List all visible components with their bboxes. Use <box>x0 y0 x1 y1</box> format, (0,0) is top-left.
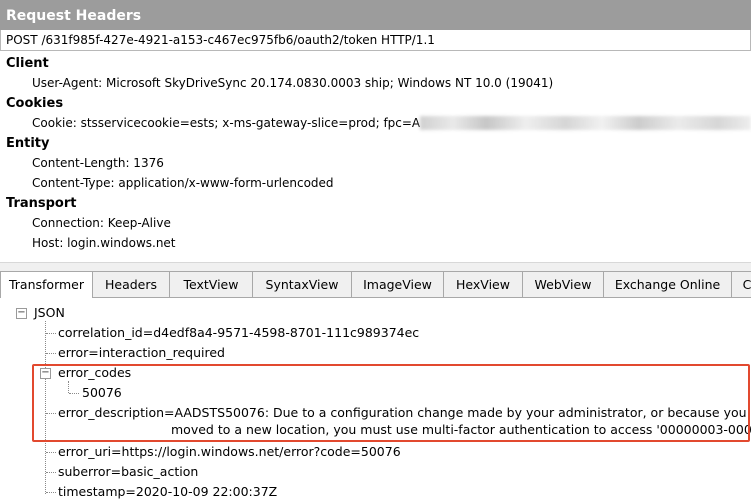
tree-node-correlation-id[interactable]: correlation_id=d4edf8a4-9571-4598-8701-1… <box>58 325 419 340</box>
tree-connector <box>46 452 56 453</box>
tab-syntaxview[interactable]: SyntaxView <box>252 271 352 297</box>
header-user-agent[interactable]: User-Agent: Microsoft SkyDriveSync 20.17… <box>32 76 553 90</box>
section-transport[interactable]: Transport <box>6 196 76 211</box>
tree-node-json[interactable]: JSON <box>34 305 65 320</box>
section-entity[interactable]: Entity <box>6 136 50 151</box>
tree-node-error-uri[interactable]: error_uri=https://login.windows.net/erro… <box>58 444 401 459</box>
request-line[interactable]: POST /631f985f-427e-4921-a153-c467ec975f… <box>0 30 751 51</box>
request-headers-title-bar: Request Headers <box>0 0 751 31</box>
section-client[interactable]: Client <box>6 56 49 71</box>
tree-connector <box>46 492 56 493</box>
header-cookie[interactable]: Cookie: stsservicecookie=ests; x-ms-gate… <box>32 116 420 130</box>
header-content-length[interactable]: Content-Length: 1376 <box>32 156 164 170</box>
request-headers-title: Request Headers <box>6 8 142 24</box>
tree-node-suberror[interactable]: suberror=basic_action <box>58 464 198 479</box>
tree-connector <box>46 472 56 473</box>
header-content-type[interactable]: Content-Type: application/x-www-form-url… <box>32 176 334 190</box>
response-tab-bar: Transformer Headers TextView SyntaxView … <box>0 270 751 298</box>
redacted-cookie-blur <box>420 116 751 130</box>
tab-textview[interactable]: TextView <box>169 271 253 297</box>
tab-imageview[interactable]: ImageView <box>351 271 444 297</box>
tree-node-error[interactable]: error=interaction_required <box>58 345 225 360</box>
header-connection[interactable]: Connection: Keep-Alive <box>32 216 171 230</box>
section-cookies[interactable]: Cookies <box>6 96 63 111</box>
tab-webview[interactable]: WebView <box>522 271 604 297</box>
collapse-json-icon[interactable]: − <box>16 308 27 319</box>
header-host[interactable]: Host: login.windows.net <box>32 236 176 250</box>
tree-connector <box>46 353 56 354</box>
tab-exchange-online[interactable]: Exchange Online <box>603 271 732 297</box>
tree-node-timestamp[interactable]: timestamp=2020-10-09 22:00:37Z <box>58 484 277 499</box>
request-line-text: POST /631f985f-427e-4921-a153-c467ec975f… <box>6 33 435 47</box>
tab-hexview[interactable]: HexView <box>443 271 523 297</box>
tree-connector <box>46 333 56 334</box>
highlight-box <box>32 364 750 442</box>
tab-overflow[interactable]: C <box>731 271 751 297</box>
tab-headers[interactable]: Headers <box>92 271 170 297</box>
tab-transformer[interactable]: Transformer <box>0 271 93 298</box>
